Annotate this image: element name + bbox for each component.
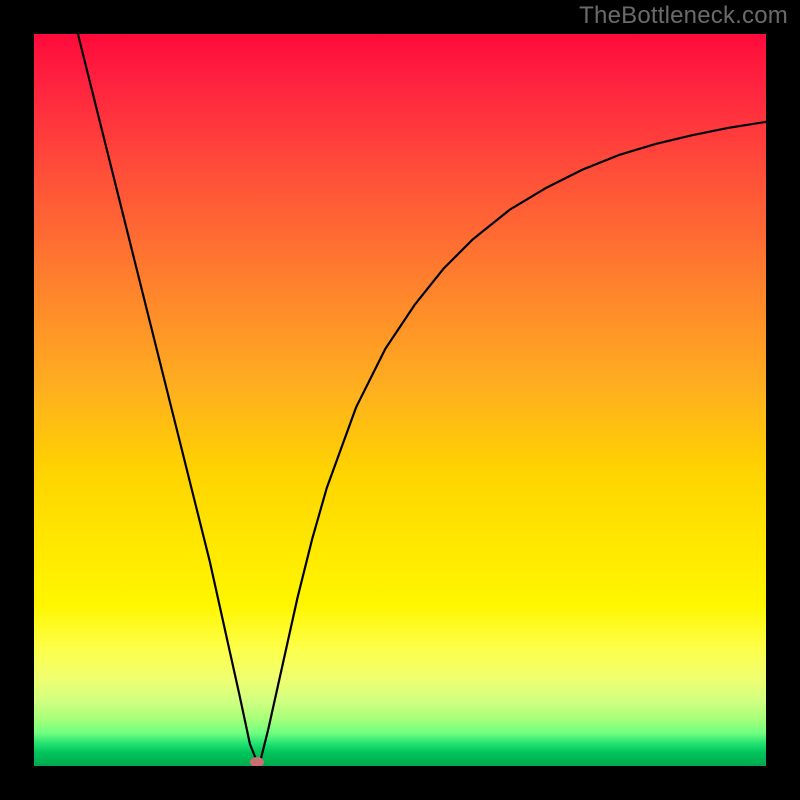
watermark-text: TheBottleneck.com <box>579 2 788 30</box>
plot-area <box>34 34 766 766</box>
bottleneck-curve <box>34 34 766 766</box>
minimum-marker <box>250 757 264 766</box>
chart-frame: TheBottleneck.com <box>0 0 800 800</box>
